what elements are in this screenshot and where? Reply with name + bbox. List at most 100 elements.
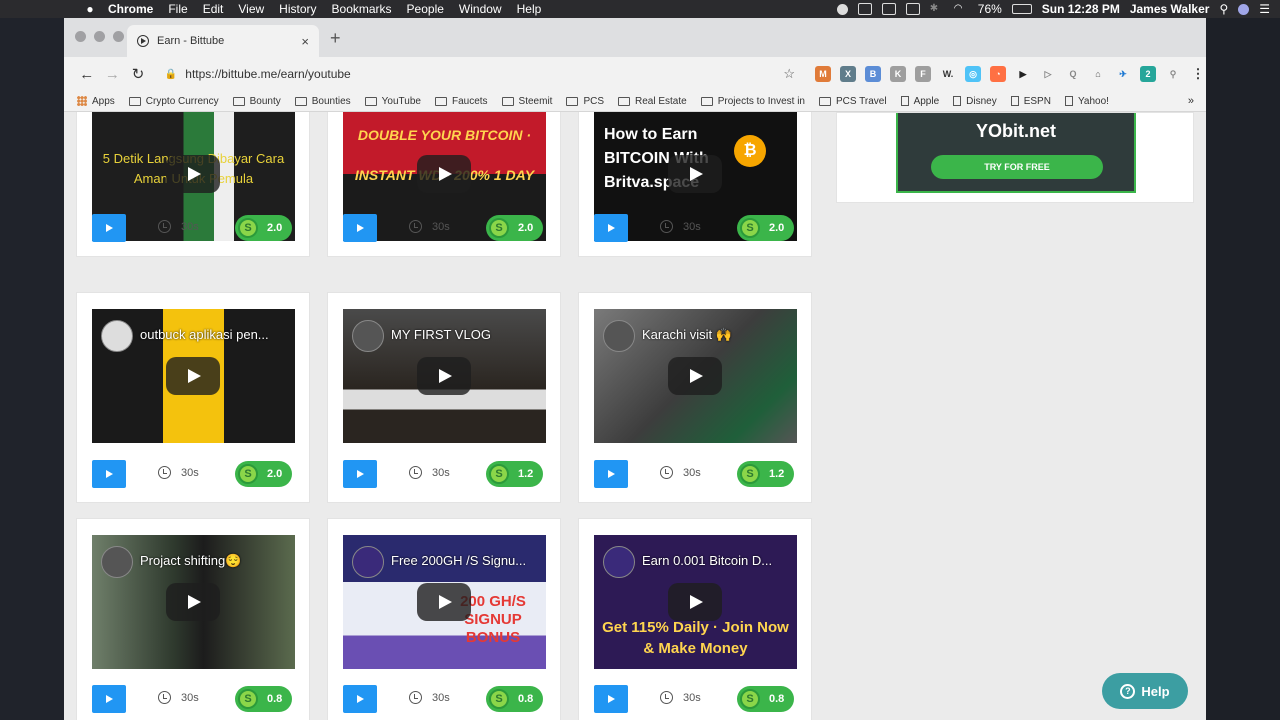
youtube-play-icon[interactable] [668, 357, 722, 395]
video-thumbnail[interactable]: MY FIRST VLOG [343, 309, 546, 443]
b-extension-icon[interactable]: B [865, 66, 882, 82]
battery-icon[interactable] [1011, 4, 1032, 14]
video-actions: 30s S 0.8 [92, 685, 295, 713]
plane-extension-icon[interactable]: ✈ [1115, 66, 1131, 82]
badge-extension-icon[interactable]: 2 [1140, 66, 1157, 82]
youtube-play-icon[interactable] [417, 583, 471, 621]
menu-view[interactable]: View [238, 2, 264, 16]
w-extension-icon[interactable]: W. [940, 66, 956, 82]
airplay-icon[interactable] [905, 3, 920, 15]
menu-file[interactable]: File [168, 2, 187, 16]
url-text[interactable]: https://bittube.me/earn/youtube [185, 67, 783, 81]
k-extension-icon[interactable]: K [890, 66, 907, 82]
youtube-play-icon[interactable] [166, 583, 220, 621]
new-tab-button[interactable]: + [330, 28, 341, 49]
drive-icon[interactable] [881, 3, 896, 15]
video-card: 5 Detik Langsung Dibayar Cara Aman Untuk… [76, 112, 310, 257]
bookmark-espn[interactable]: ESPN [1010, 96, 1051, 107]
page-icon [1064, 96, 1073, 106]
watch-video-button[interactable] [343, 214, 377, 242]
bookmark-youtube[interactable]: YouTube [364, 96, 421, 107]
back-button[interactable]: ← [74, 66, 100, 83]
watch-video-button[interactable] [594, 460, 628, 488]
youtube-play-icon[interactable] [417, 155, 471, 193]
menu-bookmarks[interactable]: Bookmarks [332, 2, 392, 16]
watch-video-button[interactable] [594, 685, 628, 713]
metamask-extension-icon[interactable]: M [815, 66, 832, 82]
help-button[interactable]: ? Help [1102, 673, 1188, 709]
forward-button[interactable]: → [100, 66, 126, 83]
question-mark-icon: ? [1120, 683, 1136, 699]
tab-earn-bittube[interactable]: Earn - Bittube × [127, 25, 319, 57]
zoom-window-button[interactable] [113, 31, 124, 42]
youtube-play-icon[interactable] [668, 583, 722, 621]
orange-extension-icon[interactable]: ◔ [990, 66, 1007, 82]
menu-history[interactable]: History [279, 2, 316, 16]
bookmark-steemit[interactable]: Steemit [501, 96, 552, 107]
youtube-play-icon[interactable] [668, 155, 722, 193]
apple-icon[interactable]: ● [80, 2, 100, 16]
bookmark-pcs[interactable]: PCS [566, 96, 604, 107]
yobit-banner-ad[interactable]: YObit.net TRY FOR FREE [896, 113, 1136, 193]
video-thumbnail[interactable]: Free 200GH /S Signu... 200 GH/S SIGNUP B… [343, 535, 546, 669]
close-window-button[interactable] [75, 31, 86, 42]
minimize-window-button[interactable] [94, 31, 105, 42]
chrome-menu-icon[interactable]: ⋮ [1190, 66, 1206, 82]
wifi-icon[interactable]: ◠ [954, 3, 968, 15]
channel-avatar [101, 320, 133, 352]
misc-extension-icon[interactable]: ⚲ [1165, 66, 1181, 82]
youtube-play-icon[interactable] [417, 357, 471, 395]
ad-cta-button[interactable]: TRY FOR FREE [931, 155, 1103, 179]
close-tab-icon[interactable]: × [301, 34, 309, 49]
play-outline-extension-icon[interactable]: ▷ [1040, 66, 1056, 82]
spotlight-icon[interactable]: ⚲ [1219, 2, 1228, 16]
siri-icon[interactable] [1238, 3, 1250, 15]
x-extension-icon[interactable]: X [840, 66, 857, 82]
video-thumbnail[interactable]: Earn 0.001 Bitcoin D... Get 115% Daily ·… [594, 535, 797, 669]
home-extension-icon[interactable]: ⌂ [1090, 66, 1106, 82]
video-thumbnail[interactable]: Karachi visit 🙌 [594, 309, 797, 443]
m-app-icon[interactable] [857, 3, 872, 15]
play-extension-icon[interactable]: ▶ [1015, 66, 1031, 82]
watch-video-button[interactable] [92, 685, 126, 713]
record-icon[interactable] [836, 3, 848, 15]
circle-extension-icon[interactable]: ◎ [965, 66, 982, 82]
bookmark-projects-to-invest[interactable]: Projects to Invest in [700, 96, 805, 107]
menubar-user[interactable]: James Walker [1130, 2, 1210, 16]
menubar-clock[interactable]: Sun 12:28 PM [1042, 2, 1120, 16]
watch-video-button[interactable] [92, 214, 126, 242]
lock-icon[interactable]: 🔒 [165, 69, 177, 80]
video-thumbnail[interactable]: Projact shifting😌 [92, 535, 295, 669]
video-thumbnail[interactable]: outbuck aplikasi pen... [92, 309, 295, 443]
watch-video-button[interactable] [343, 685, 377, 713]
search-extension-icon[interactable]: Q [1065, 66, 1081, 82]
bookmark-disney[interactable]: Disney [953, 96, 997, 107]
bookmark-star-icon[interactable]: ☆ [783, 66, 795, 82]
bookmark-bounties[interactable]: Bounties [294, 96, 351, 107]
page-icon [900, 96, 909, 106]
bookmark-pcs-travel[interactable]: PCS Travel [818, 96, 887, 107]
f-extension-icon[interactable]: F [915, 66, 932, 82]
youtube-play-icon[interactable] [166, 357, 220, 395]
youtube-play-icon[interactable] [166, 155, 220, 193]
bookmark-crypto-currency[interactable]: Crypto Currency [128, 96, 219, 107]
address-bar[interactable]: 🔒 https://bittube.me/earn/youtube ☆ [158, 61, 802, 87]
bluetooth-icon[interactable]: ✱ [930, 3, 944, 15]
menu-window[interactable]: Window [459, 2, 502, 16]
bookmark-apps[interactable]: Apps [77, 96, 115, 107]
watch-video-button[interactable] [343, 460, 377, 488]
menu-edit[interactable]: Edit [203, 2, 224, 16]
bookmark-apple[interactable]: Apple [900, 96, 939, 107]
bookmark-real-estate[interactable]: Real Estate [618, 96, 687, 107]
menu-help[interactable]: Help [517, 2, 542, 16]
watch-video-button[interactable] [594, 214, 628, 242]
menu-app[interactable]: Chrome [108, 2, 153, 16]
bookmark-yahoo[interactable]: Yahoo! [1064, 96, 1109, 107]
menu-people[interactable]: People [407, 2, 444, 16]
notification-center-icon[interactable]: ☰ [1259, 2, 1270, 16]
reload-button[interactable]: ↻ [125, 65, 151, 83]
bookmark-bounty[interactable]: Bounty [232, 96, 281, 107]
watch-video-button[interactable] [92, 460, 126, 488]
bookmarks-overflow-chevron-icon[interactable]: » [1188, 95, 1194, 107]
bookmark-faucets[interactable]: Faucets [434, 96, 488, 107]
